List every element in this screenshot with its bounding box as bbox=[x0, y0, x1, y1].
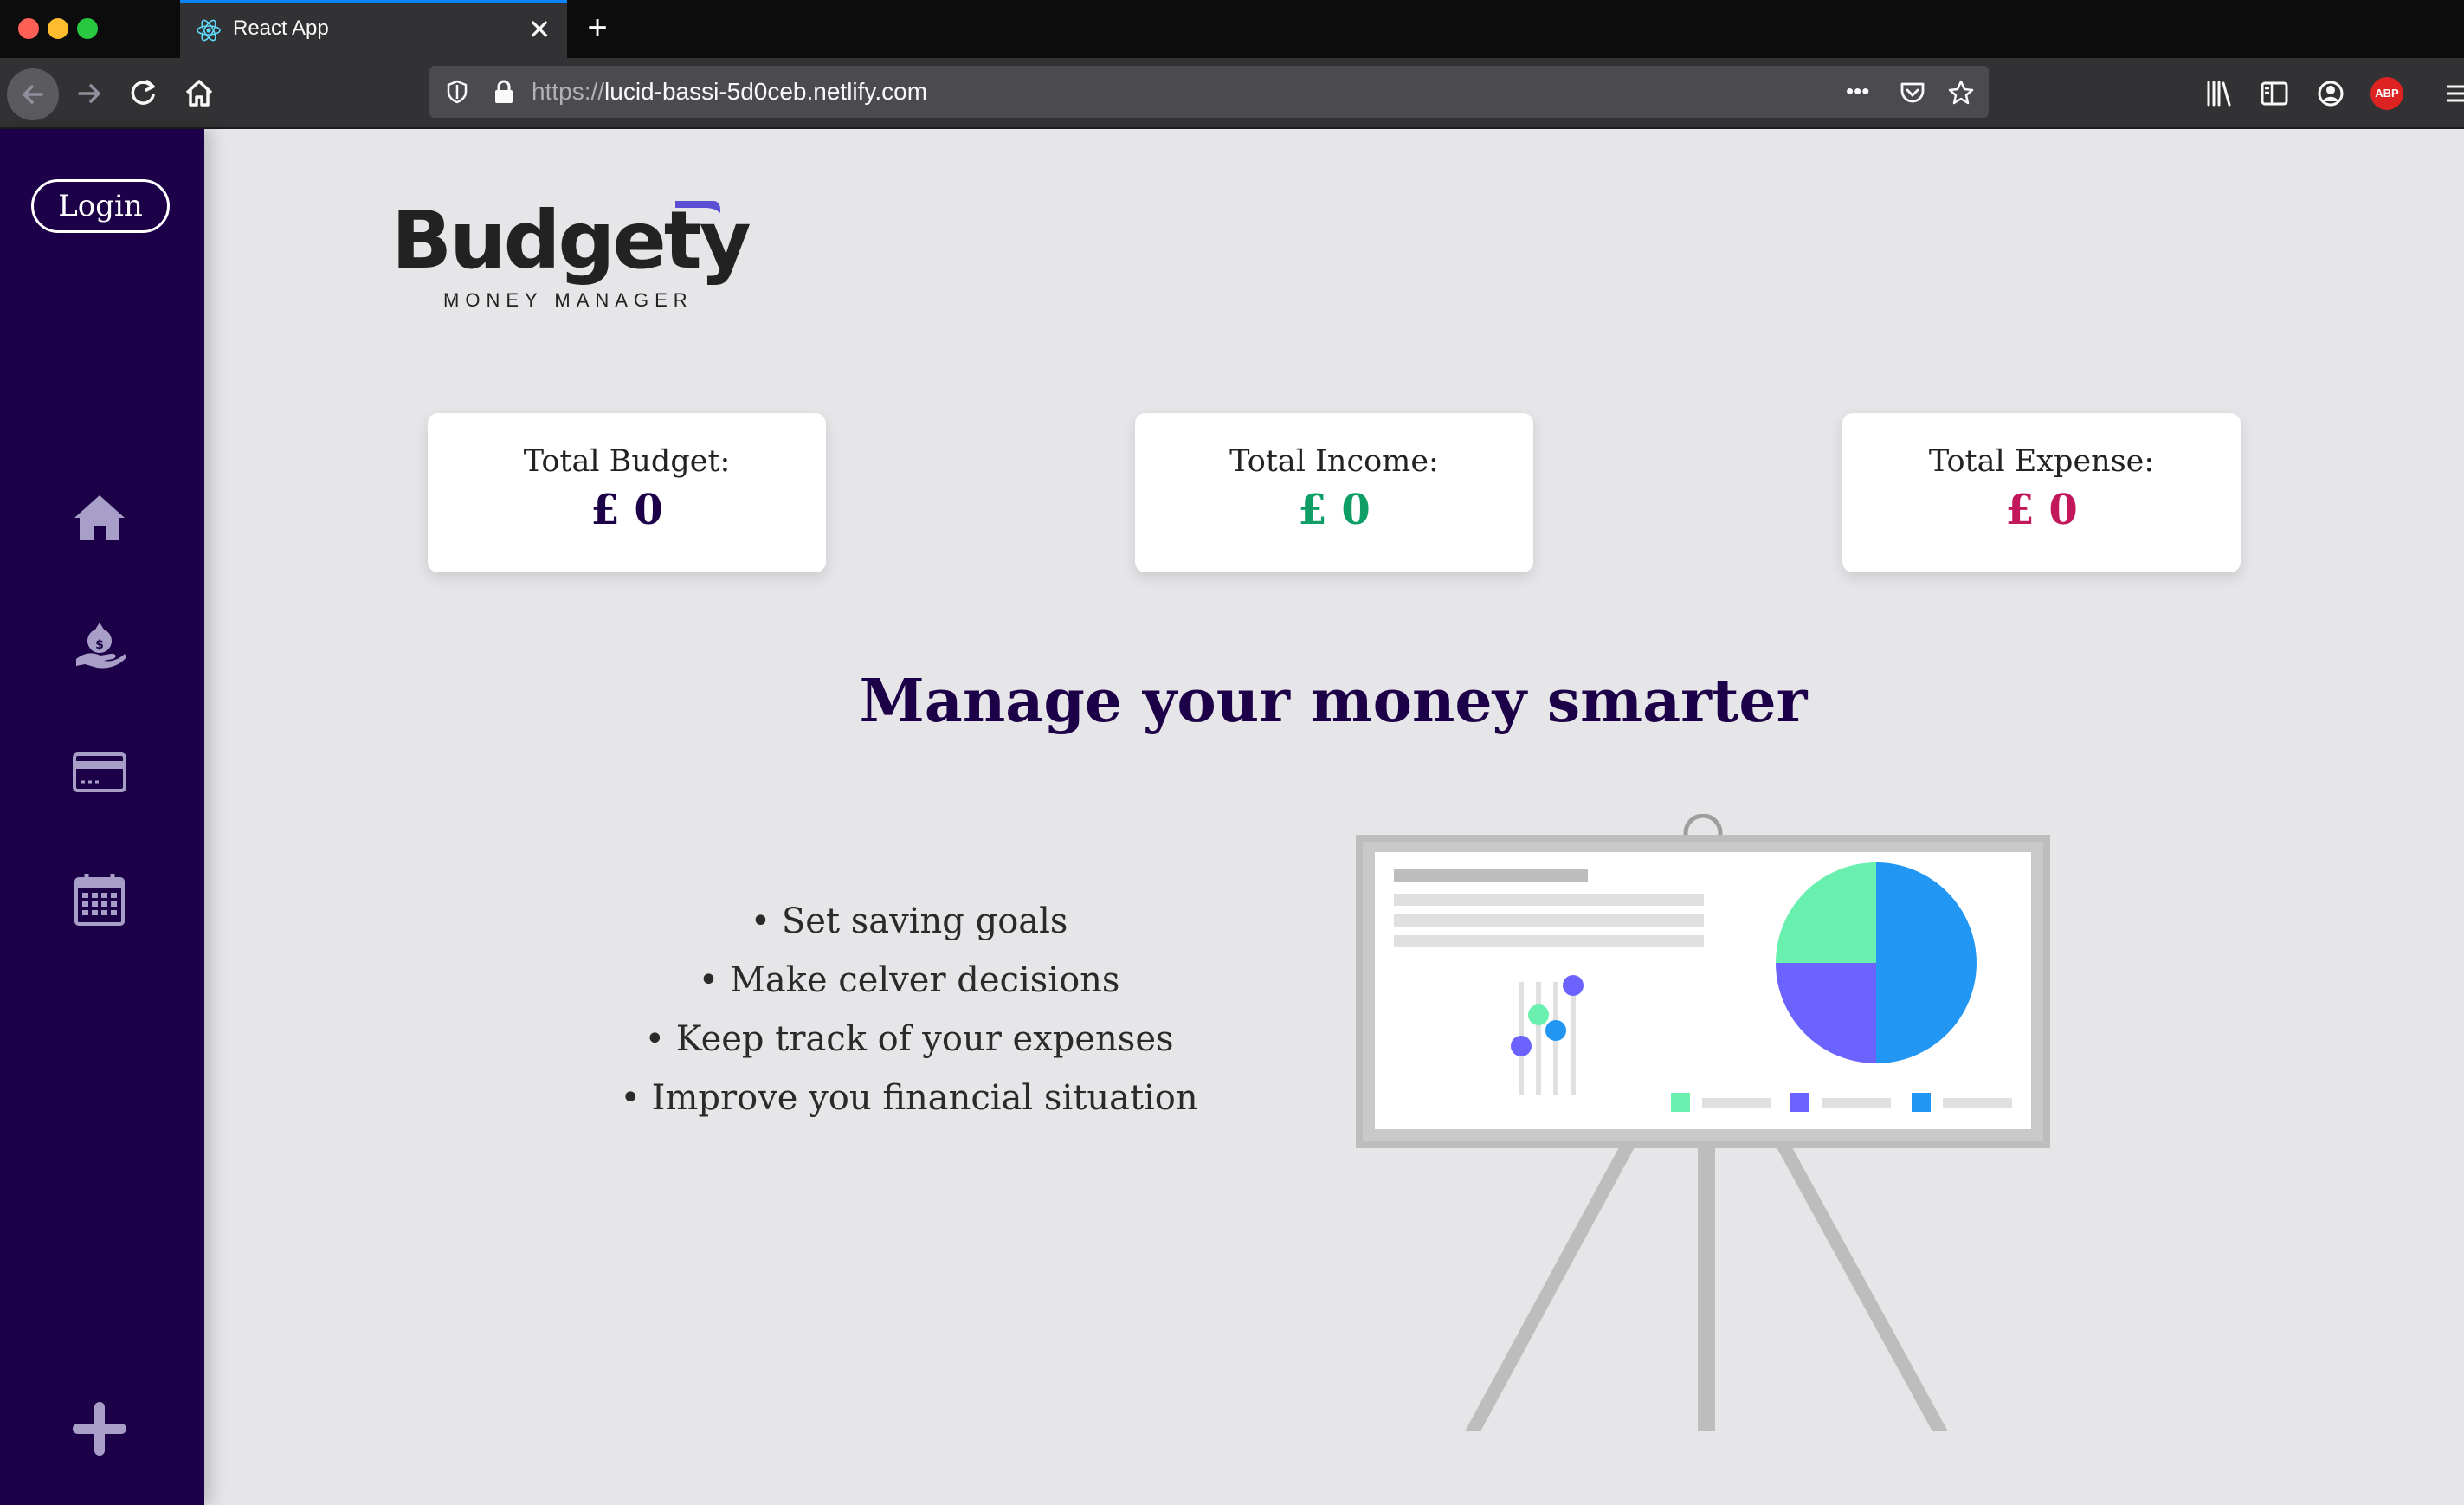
budgety-logo: Budgety MONEY MANAGER bbox=[391, 196, 751, 313]
sidebar-toggle-icon[interactable] bbox=[2258, 77, 2291, 110]
minimize-window-button[interactable] bbox=[48, 18, 68, 39]
page-actions-icon[interactable]: ••• bbox=[1846, 78, 1875, 107]
close-window-button[interactable] bbox=[18, 18, 39, 39]
reload-button[interactable] bbox=[121, 71, 166, 116]
credit-card-icon[interactable] bbox=[69, 742, 130, 803]
list-item: • Make celver decisions bbox=[698, 960, 1120, 1000]
total-budget-value: £ 0 bbox=[590, 486, 663, 534]
logo-flag-icon bbox=[675, 201, 720, 213]
browser-navbar: https://lucid-bassi-5d0ceb.netlify.com •… bbox=[0, 58, 2464, 129]
money-bag-hand-icon[interactable]: $ bbox=[69, 614, 130, 675]
svg-text:$: $ bbox=[95, 638, 104, 652]
arrow-left-icon bbox=[23, 85, 43, 104]
url-host: lucid-bassi-5d0ceb.netlify.com bbox=[604, 78, 928, 105]
list-item: • Keep track of your expenses bbox=[644, 1019, 1174, 1059]
presentation-board-illustration bbox=[1351, 813, 2061, 1437]
tab-close-icon[interactable]: ✕ bbox=[524, 12, 555, 47]
app-sidebar: Login $ bbox=[0, 129, 204, 1505]
browser-titlebar: React App ✕ + bbox=[0, 0, 2464, 58]
new-tab-button[interactable]: + bbox=[578, 9, 616, 47]
home-button[interactable] bbox=[177, 71, 222, 116]
total-expense-label: Total Expense: bbox=[1928, 444, 2155, 479]
url-text: https://lucid-bassi-5d0ceb.netlify.com bbox=[532, 78, 927, 106]
reload-icon bbox=[131, 80, 155, 105]
home-icon[interactable] bbox=[69, 487, 130, 547]
logo-tagline: MONEY MANAGER bbox=[443, 289, 693, 311]
back-button[interactable] bbox=[7, 68, 59, 120]
forward-button[interactable] bbox=[68, 71, 113, 116]
feature-list: • Set saving goals • Make celver decisio… bbox=[519, 892, 1299, 1127]
login-button[interactable]: Login bbox=[31, 179, 170, 233]
calendar-icon[interactable] bbox=[69, 869, 130, 929]
list-item: • Improve you financial situation bbox=[620, 1078, 1198, 1118]
tab-title: React App bbox=[233, 16, 329, 40]
total-budget-label: Total Budget: bbox=[523, 444, 731, 479]
total-budget-card: Total Budget: £ 0 bbox=[428, 413, 826, 572]
plus-icon[interactable] bbox=[69, 1398, 130, 1459]
adblock-icon[interactable]: ABP bbox=[2370, 77, 2403, 110]
total-income-value: £ 0 bbox=[1298, 486, 1371, 534]
shield-icon[interactable] bbox=[443, 78, 471, 106]
page-headline: Manage your money smarter bbox=[859, 667, 1808, 736]
account-icon[interactable] bbox=[2314, 77, 2347, 110]
library-icon[interactable] bbox=[2203, 77, 2235, 110]
total-income-card: Total Income: £ 0 bbox=[1135, 413, 1533, 572]
list-item: • Set saving goals bbox=[750, 901, 1068, 941]
total-expense-value: £ 0 bbox=[2005, 486, 2078, 534]
menu-icon[interactable] bbox=[2441, 77, 2464, 110]
bookmark-star-icon[interactable] bbox=[1946, 78, 1976, 107]
total-expense-card: Total Expense: £ 0 bbox=[1842, 413, 2241, 572]
browser-tab[interactable]: React App ✕ bbox=[180, 0, 567, 58]
address-bar[interactable]: https://lucid-bassi-5d0ceb.netlify.com •… bbox=[429, 66, 1989, 118]
url-protocol: https:// bbox=[532, 78, 605, 105]
total-income-label: Total Income: bbox=[1229, 444, 1439, 479]
pocket-icon[interactable] bbox=[1898, 78, 1927, 107]
react-icon bbox=[195, 16, 223, 44]
home-outline-icon bbox=[185, 80, 213, 107]
arrow-right-icon bbox=[78, 84, 100, 103]
maximize-window-button[interactable] bbox=[77, 18, 98, 39]
lock-icon[interactable] bbox=[492, 78, 516, 106]
